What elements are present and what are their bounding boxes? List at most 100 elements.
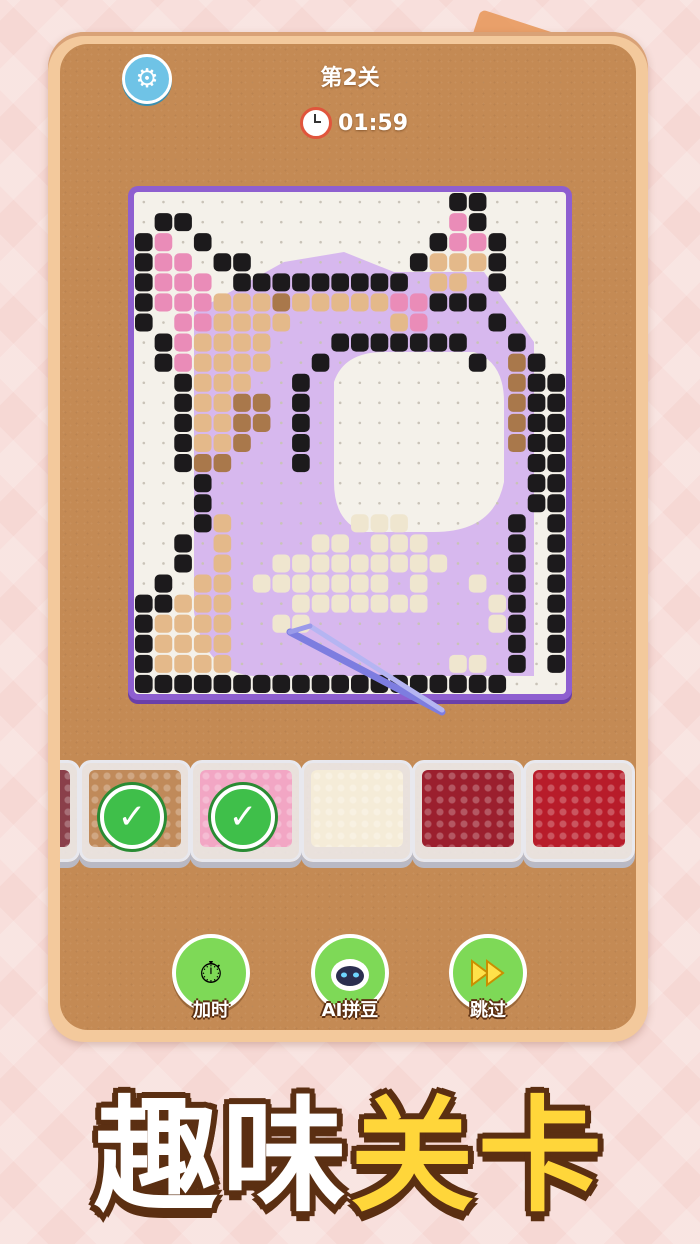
- peg-dot: [358, 260, 362, 264]
- bead: [390, 273, 408, 292]
- bead: [154, 253, 173, 272]
- peg-dot: [476, 562, 479, 565]
- peg-dot: [535, 341, 538, 344]
- bead: [311, 594, 330, 613]
- bead: [449, 193, 467, 212]
- peg-dot: [181, 522, 185, 525]
- bead: [174, 253, 192, 272]
- bead: [370, 273, 389, 292]
- peg-dot: [456, 441, 460, 445]
- peg-dot: [299, 341, 303, 344]
- peg-dot: [279, 220, 283, 224]
- bead: [174, 273, 192, 292]
- peg-dot: [378, 421, 381, 425]
- bead: [193, 594, 212, 613]
- bead: [331, 333, 349, 352]
- peg-dot: [240, 622, 244, 626]
- bead: [193, 574, 212, 593]
- bead-tray[interactable]: [60, 760, 80, 862]
- ai-bead-button[interactable]: AI拼豆: [310, 934, 390, 1022]
- peg-dot: [456, 542, 460, 545]
- banner-text-yellow: 关卡: [350, 1085, 607, 1229]
- peg-dot: [181, 240, 185, 244]
- skip-button[interactable]: 跳过: [448, 934, 528, 1022]
- peg-dot: [221, 481, 224, 485]
- bead: [351, 333, 369, 352]
- peg-dot: [201, 542, 205, 545]
- bead: [193, 454, 212, 473]
- peg-dot: [299, 361, 303, 364]
- bead-tray[interactable]: [301, 760, 413, 862]
- bead: [233, 353, 251, 372]
- peg-dot: [476, 281, 479, 284]
- peg-dot: [162, 381, 165, 385]
- bead: [233, 393, 251, 412]
- bead: [488, 233, 507, 252]
- peg-dot: [279, 200, 283, 204]
- peg-dot: [417, 421, 421, 425]
- peg-dot: [260, 662, 263, 666]
- peg-dot: [378, 361, 381, 364]
- peg-dot: [319, 260, 322, 264]
- bead: [351, 574, 369, 593]
- peg-dot: [476, 602, 479, 605]
- peg-dot: [260, 220, 263, 224]
- peg-dot: [338, 421, 342, 425]
- peg-dot: [201, 200, 205, 204]
- peg-dot: [437, 220, 440, 224]
- peg-dot: [358, 381, 362, 385]
- bead: [233, 273, 251, 292]
- peg-dot: [279, 341, 283, 344]
- bead: [135, 634, 153, 653]
- timer-value: 01:59: [338, 110, 409, 136]
- bead: [193, 273, 212, 292]
- bead: [272, 313, 291, 332]
- bead: [547, 373, 565, 392]
- peg-dot: [554, 361, 558, 364]
- bead: [233, 253, 251, 272]
- peg-dot: [279, 361, 283, 364]
- bead: [508, 654, 526, 673]
- peg-dot: [554, 301, 558, 304]
- peg-dot: [456, 461, 460, 465]
- peg-dot: [535, 602, 538, 605]
- bead: [213, 594, 232, 613]
- bead: [193, 333, 212, 352]
- peg-dot: [338, 200, 342, 204]
- peg-dot: [358, 542, 362, 545]
- bead: [193, 614, 212, 633]
- peg-dot: [162, 441, 165, 445]
- peg-dot: [319, 501, 322, 505]
- add-time-button[interactable]: ⏱ 加时: [171, 934, 251, 1022]
- bead: [292, 554, 310, 573]
- peg-dot: [397, 200, 401, 204]
- peg-dot: [456, 562, 460, 565]
- peg-dot: [397, 481, 401, 485]
- peg-dot: [437, 361, 440, 364]
- peg-dot: [554, 341, 558, 344]
- bead-tray[interactable]: [412, 760, 524, 862]
- peg-dot: [279, 461, 283, 465]
- alarm-clock-icon: [300, 107, 332, 139]
- bead: [468, 574, 487, 593]
- bead: [135, 674, 153, 693]
- bead-tray[interactable]: [523, 760, 635, 862]
- bead: [193, 313, 212, 332]
- peg-dot: [319, 421, 322, 425]
- bead: [527, 474, 546, 493]
- peg-dot: [495, 200, 499, 204]
- peg-dot: [437, 481, 440, 485]
- bead: [174, 654, 192, 673]
- peg-dot: [338, 220, 342, 224]
- bead: [154, 654, 173, 673]
- bead: [409, 313, 428, 332]
- bead: [233, 333, 251, 352]
- bead-tray[interactable]: ✓: [79, 760, 191, 862]
- peg-dot: [535, 662, 538, 666]
- bead: [193, 514, 212, 533]
- peg-dot: [417, 501, 421, 505]
- bead: [311, 534, 330, 553]
- bead-tray[interactable]: ✓: [190, 760, 302, 862]
- peg-dot: [515, 501, 519, 505]
- peg-dot: [358, 401, 362, 405]
